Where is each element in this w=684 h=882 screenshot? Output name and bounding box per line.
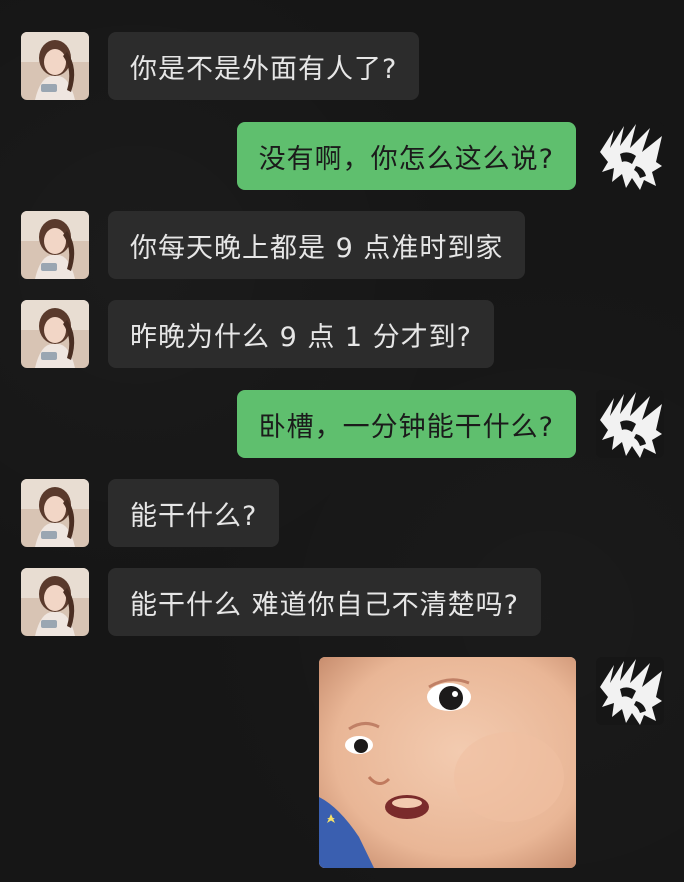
message-text: 没有啊，你怎么这么说? [258, 143, 554, 175]
message-text: 能干什么 难道你自己不清楚吗? [130, 589, 519, 621]
contact-avatar[interactable] [21, 479, 89, 547]
user-avatar[interactable] [596, 122, 664, 190]
message-text: 能干什么? [130, 500, 258, 532]
contact-avatar[interactable] [21, 300, 89, 368]
message-text: 卧槽，一分钟能干什么? [258, 411, 554, 443]
contact-avatar[interactable] [21, 211, 89, 279]
user-avatar[interactable] [596, 657, 664, 725]
chat-conversation: 你是不是外面有人了? 没有啊，你怎么这么说? 你每天晚上都是 9 点准时到家 昨… [0, 0, 684, 882]
surprised-baby-sticker[interactable] [319, 657, 576, 868]
incoming-message-bubble[interactable]: 你每天晚上都是 9 点准时到家 [108, 211, 526, 279]
user-avatar[interactable] [596, 390, 664, 458]
incoming-message-bubble[interactable]: 你是不是外面有人了? [108, 32, 420, 100]
incoming-message-bubble[interactable]: 能干什么 难道你自己不清楚吗? [108, 568, 541, 636]
contact-avatar[interactable] [21, 32, 89, 100]
outgoing-message-bubble[interactable]: 没有啊，你怎么这么说? [236, 122, 576, 190]
contact-avatar[interactable] [21, 568, 89, 636]
message-text: 你是不是外面有人了? [130, 53, 398, 85]
outgoing-message-bubble[interactable]: 卧槽，一分钟能干什么? [236, 390, 576, 458]
message-text: 昨晚为什么 9 点 1 分才到? [130, 321, 473, 353]
message-text: 你每天晚上都是 9 点准时到家 [130, 232, 504, 264]
incoming-message-bubble[interactable]: 能干什么? [108, 479, 280, 547]
incoming-message-bubble[interactable]: 昨晚为什么 9 点 1 分才到? [108, 300, 495, 368]
